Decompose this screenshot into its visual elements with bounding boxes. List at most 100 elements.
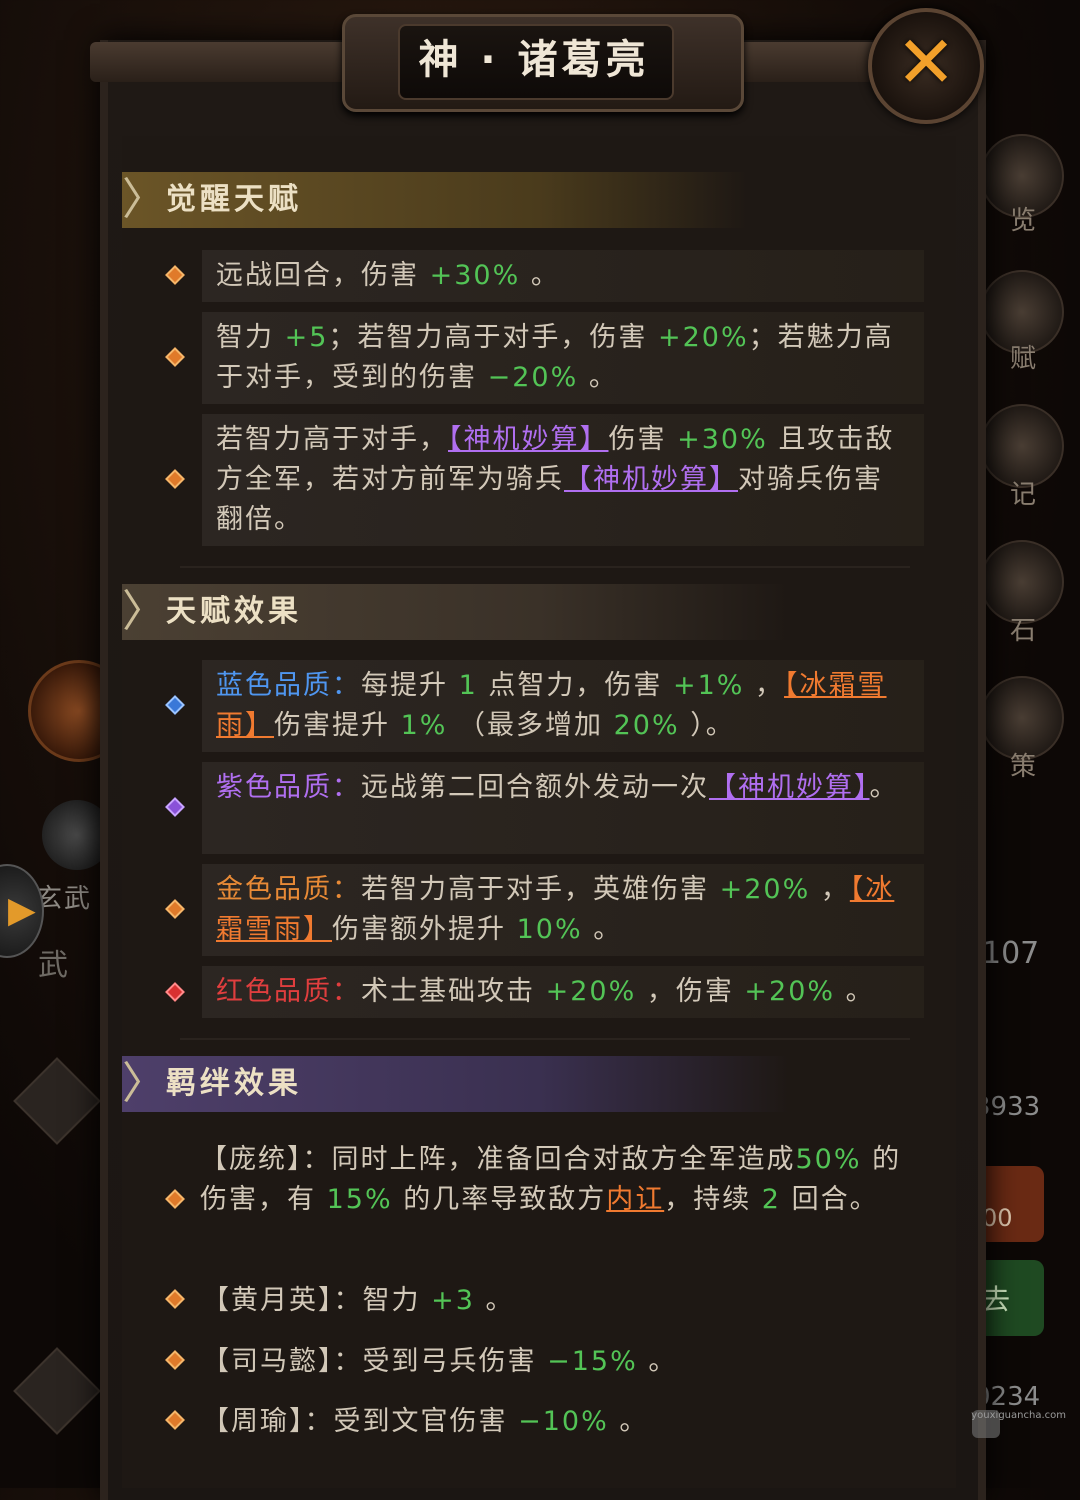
text: ，持续	[664, 1184, 762, 1215]
status-link[interactable]: 内讧	[606, 1184, 664, 1215]
bond-item-zhouyu: 【周瑜】：受到文官伤害 −10% 。	[202, 1402, 932, 1442]
text: 远战回合，伤害	[216, 260, 430, 291]
value: +5	[284, 322, 329, 353]
text: ：同时上阵，准备回合对敌方全军造成	[302, 1144, 796, 1175]
divider	[180, 1038, 910, 1040]
skill-link[interactable]: 【神机妙算】	[564, 464, 738, 495]
stat-number-1: 107	[982, 936, 1040, 971]
chevron-right-icon: 〉	[122, 586, 166, 637]
value: +3	[431, 1285, 475, 1316]
quality-label: 红色品质：	[216, 976, 361, 1007]
strategy-label: 策	[1010, 752, 1039, 782]
text: 。	[474, 1285, 515, 1316]
close-button[interactable]: ✕	[868, 8, 984, 124]
section-header-awakening: 〉 觉醒天赋	[122, 172, 956, 228]
value: 20%	[613, 710, 680, 741]
text: ：受到文官伤害	[304, 1406, 519, 1437]
biography-label: 记	[1010, 480, 1039, 510]
background-right: 览 赋 记 石 策 107 3933 00 去 0234	[970, 120, 1080, 1488]
value: −10%	[518, 1406, 609, 1437]
text: ）。	[679, 710, 735, 741]
value: 2	[761, 1184, 781, 1215]
text: 。	[637, 1346, 678, 1377]
quality-label: 金色品质：	[216, 874, 361, 905]
watermark-text: youxiguancha.com	[971, 1410, 1066, 1421]
value: +20%	[658, 322, 749, 353]
section-title-bond: 羁绊效果	[166, 1066, 302, 1101]
badge-red-text: 00	[982, 1204, 1013, 1232]
overview-label: 览	[1010, 206, 1039, 236]
text: 若智力高于对手，英雄伤害	[361, 874, 720, 905]
text: 。	[582, 914, 623, 945]
text: 每提升	[361, 670, 459, 701]
text: ：受到弓兵伤害	[333, 1346, 548, 1377]
text: 的几率导致敌方	[392, 1184, 607, 1215]
text: 远战第二回合额外发动一次	[361, 772, 709, 803]
bond-item-simayi: 【司马懿】：受到弓兵伤害 −15% 。	[202, 1342, 932, 1382]
value: 50%	[795, 1144, 862, 1175]
value: 1%	[400, 710, 448, 741]
bond-hero-name: 【周瑜】	[202, 1406, 305, 1437]
text: 伤害额外提升	[332, 914, 517, 945]
badge-go-text: 去	[982, 1283, 1011, 1316]
awakening-item: 智力 +5；若智力高于对手，伤害 +20%；若魅力高于对手，受到的伤害 −20%…	[202, 312, 924, 404]
value: +20%	[545, 976, 637, 1007]
value: +1%	[672, 670, 745, 701]
value: +30%	[429, 260, 521, 291]
value: +20%	[719, 874, 811, 905]
value: −15%	[547, 1346, 638, 1377]
text: 伤害提升	[274, 710, 401, 741]
value: +30%	[677, 424, 768, 455]
skill-link[interactable]: 【神机妙算】	[448, 424, 609, 455]
section-title-awakening: 觉醒天赋	[166, 182, 302, 217]
divider	[180, 566, 910, 568]
talent-item-purple: 紫色品质：远战第二回合额外发动一次【神机妙算】。	[202, 762, 924, 854]
awakening-item: 若智力高于对手，【神机妙算】伤害 +30% 且攻击敌方全军，若对方前军为骑兵【神…	[202, 414, 924, 546]
text: ，	[744, 670, 785, 701]
text: 。	[869, 772, 899, 803]
section-header-talent: 〉 天赋效果	[122, 584, 956, 640]
bond-hero-name: 【黄月英】	[202, 1285, 334, 1316]
chevron-right-icon: ▶	[8, 890, 36, 931]
text: ，	[810, 874, 850, 905]
text: 若智力高于对手，	[216, 424, 448, 455]
bond-item-pangtong: 【庞统】：同时上阵，准备回合对敌方全军造成50% 的伤害，有 15% 的几率导致…	[200, 1140, 930, 1220]
bond-item-huangyueying: 【黄月英】：智力 +3 。	[202, 1281, 932, 1321]
text: 术士基础攻击	[361, 976, 546, 1007]
talent-item-red: 红色品质：术士基础攻击 +20% ，伤害 +20% 。	[202, 966, 924, 1018]
value: 1	[458, 670, 478, 701]
section-title-talent: 天赋效果	[166, 594, 302, 629]
chevron-right-icon: 〉	[122, 1058, 166, 1109]
text: ；若智力高于对手，伤害	[328, 322, 658, 353]
section-header-bond: 〉 羁绊效果	[122, 1056, 956, 1112]
xuanwu-label: 玄武	[36, 884, 93, 914]
wu-label: 武	[38, 948, 68, 983]
value: −20%	[487, 362, 579, 393]
text: 。	[835, 976, 875, 1007]
text: 回合。	[780, 1184, 879, 1215]
close-icon: ✕	[895, 20, 957, 104]
skill-link[interactable]: 【神机妙算】	[709, 772, 870, 803]
text: （最多增加	[447, 710, 614, 741]
text: 点智力，伤害	[477, 670, 673, 701]
text: 。	[578, 362, 618, 393]
text: 。	[520, 260, 560, 291]
chevron-right-icon: 〉	[122, 174, 166, 225]
value: 15%	[326, 1184, 393, 1215]
awakening-item: 远战回合，伤害 +30% 。	[202, 250, 924, 302]
value: +20%	[744, 976, 836, 1007]
talent-item-gold: 金色品质：若智力高于对手，英雄伤害 +20% ，【冰霜雪雨】伤害额外提升 10%…	[202, 864, 924, 956]
talent-label: 赋	[1010, 344, 1039, 374]
text: ：智力	[333, 1285, 432, 1316]
value: 10%	[516, 914, 583, 945]
bond-hero-name: 【庞统】	[200, 1144, 303, 1175]
bond-hero-name: 【司马懿】	[202, 1346, 334, 1377]
dialog-title: 神 · 诸葛亮	[418, 37, 650, 83]
text: ，伤害	[636, 976, 745, 1007]
quality-label: 蓝色品质：	[216, 670, 361, 701]
text: 伤害	[608, 424, 678, 455]
text: 智力	[216, 322, 285, 353]
quality-label: 紫色品质：	[216, 772, 361, 803]
talent-item-blue: 蓝色品质：每提升 1 点智力，伤害 +1% ，【冰霜雪雨】伤害提升 1% （最多…	[202, 660, 924, 752]
text: 。	[608, 1406, 649, 1437]
